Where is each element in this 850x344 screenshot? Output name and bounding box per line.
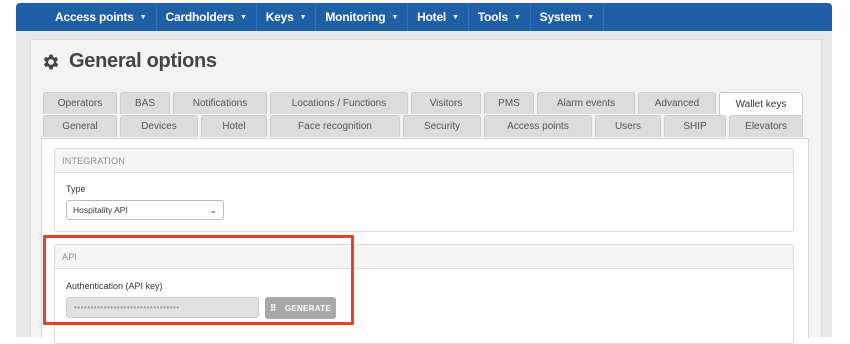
tab-general[interactable]: General — [43, 115, 117, 137]
integration-section: INTEGRATION Type Hospitality API ⌄ — [54, 148, 794, 232]
general-options-panel: General options Operators BAS Notificati… — [30, 39, 822, 344]
tab-users[interactable]: Users — [595, 115, 661, 137]
nav-label: Access points — [55, 10, 134, 24]
integration-heading: INTEGRATION — [55, 149, 793, 173]
nav-label: Monitoring — [325, 10, 386, 24]
type-select-value: Hospitality API — [73, 205, 128, 215]
page-title: General options — [69, 50, 217, 72]
tab-hotel[interactable]: Hotel — [201, 115, 267, 137]
nav-cardholders[interactable]: Cardholders ▼ — [157, 3, 257, 31]
api-heading: API — [55, 245, 793, 269]
tab-elevators[interactable]: Elevators — [729, 115, 803, 137]
tab-notifications[interactable]: Notifications — [173, 92, 267, 114]
tab-row-1: Operators BAS Notifications Locations / … — [43, 92, 803, 116]
tab-wallet-keys[interactable]: Wallet keys — [719, 92, 803, 116]
tab-pms[interactable]: PMS — [484, 92, 534, 114]
caret-down-icon: ▼ — [452, 14, 459, 21]
caret-down-icon: ▼ — [299, 14, 307, 21]
tab-content: INTEGRATION Type Hospitality API ⌄ API A… — [41, 138, 809, 344]
nav-label: Cardholders — [165, 10, 235, 24]
top-navbar: Access points ▼ Cardholders ▼ Keys ▼ Monito… — [16, 3, 832, 31]
nav-label: System — [539, 10, 582, 24]
tab-bas[interactable]: BAS — [120, 92, 170, 114]
tab-devices[interactable]: Devices — [120, 115, 198, 137]
tab-visitors[interactable]: Visitors — [411, 92, 481, 114]
tab-security[interactable]: Security — [403, 115, 481, 137]
generate-label: GENERATE — [284, 303, 332, 313]
tab-access-points[interactable]: Access points — [484, 115, 592, 137]
keypad-icon: ⠿ — [269, 302, 277, 313]
nav-monitoring[interactable]: Monitoring ▼ — [316, 3, 409, 31]
caret-down-icon: ▼ — [391, 14, 399, 21]
nav-access-points[interactable]: Access points ▼ — [46, 3, 157, 31]
tab-ship[interactable]: SHIP — [664, 115, 726, 137]
api-section: API Authentication (API key) •••••••••••… — [54, 244, 794, 344]
gear-icon — [43, 54, 59, 69]
tab-face-recognition[interactable]: Face recognition — [270, 115, 400, 137]
nav-label: Hotel — [417, 10, 447, 24]
tab-row-2: General Devices Hotel Face recognition S… — [43, 115, 803, 137]
page-background: General options Operators BAS Notificati… — [16, 31, 832, 344]
nav-keys[interactable]: Keys ▼ — [257, 3, 317, 31]
tab-alarm-events[interactable]: Alarm events — [537, 92, 635, 114]
auth-api-key-label: Authentication (API key) — [66, 281, 163, 291]
page-header: General options — [41, 50, 217, 73]
nav-tools[interactable]: Tools ▼ — [469, 3, 531, 31]
type-select[interactable]: Hospitality API ⌄ — [66, 200, 224, 220]
caret-down-icon: ▼ — [139, 14, 147, 21]
type-label: Type — [66, 184, 86, 194]
chevron-down-icon: ⌄ — [209, 205, 217, 215]
nav-hotel[interactable]: Hotel ▼ — [408, 3, 469, 31]
tab-locations-functions[interactable]: Locations / Functions — [270, 92, 408, 114]
nav-label: Tools — [477, 10, 508, 24]
nav-system[interactable]: System ▼ — [531, 3, 604, 31]
caret-down-icon: ▼ — [513, 14, 521, 21]
caret-down-icon: ▼ — [587, 14, 594, 21]
tab-advanced[interactable]: Advanced — [638, 92, 716, 114]
tab-operators[interactable]: Operators — [43, 92, 117, 114]
caret-down-icon: ▼ — [239, 14, 247, 21]
api-key-field[interactable]: •••••••••••••••••••••••••••••••• — [66, 297, 259, 318]
generate-button[interactable]: ⠿ GENERATE — [265, 297, 336, 319]
nav-label: Keys — [265, 10, 294, 24]
